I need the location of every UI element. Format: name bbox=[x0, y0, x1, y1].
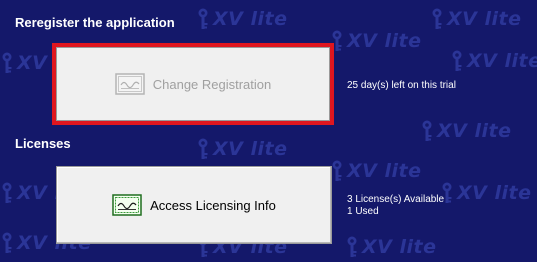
watermark-text: XV lite bbox=[213, 138, 288, 160]
key-icon bbox=[347, 236, 357, 257]
trial-status: 25 day(s) left on this trial bbox=[347, 80, 456, 91]
key-icon bbox=[332, 160, 342, 181]
key-icon bbox=[198, 138, 208, 159]
certificate-icon bbox=[112, 194, 142, 216]
key-icon bbox=[452, 50, 462, 71]
watermark-text: XV lite bbox=[362, 236, 437, 258]
key-icon bbox=[2, 182, 12, 203]
watermark-text: XV lite bbox=[437, 120, 512, 142]
watermark-text: XV lite bbox=[457, 182, 532, 204]
key-icon bbox=[432, 8, 442, 29]
change-registration-button[interactable]: Change Registration bbox=[56, 47, 330, 121]
watermark-text: XV lite bbox=[447, 8, 522, 30]
watermark: XV lite bbox=[345, 236, 436, 258]
watermark: XV lite bbox=[420, 120, 511, 142]
section-title-licenses: Licenses bbox=[15, 136, 71, 151]
key-icon bbox=[332, 30, 342, 51]
key-icon bbox=[198, 8, 208, 29]
watermark: XV lite bbox=[196, 8, 287, 30]
watermark-text: XV lite bbox=[347, 160, 422, 182]
certificate-icon bbox=[114, 73, 145, 95]
watermark: XV lite bbox=[196, 138, 287, 160]
access-licensing-info-button[interactable]: Access Licensing Info bbox=[56, 166, 332, 244]
access-licensing-info-label: Access Licensing Info bbox=[150, 197, 276, 213]
watermark-text: XV lite bbox=[347, 30, 422, 52]
key-icon bbox=[2, 232, 12, 253]
change-registration-label: Change Registration bbox=[152, 76, 272, 92]
watermark-text: XV lite bbox=[213, 8, 288, 30]
watermark: XV lite bbox=[440, 182, 531, 204]
licenses-used: 1 Used bbox=[347, 206, 379, 217]
watermark-text: XV lite bbox=[467, 50, 537, 72]
key-icon bbox=[2, 52, 12, 73]
watermark: XV lite bbox=[430, 8, 521, 30]
watermark: XV lite bbox=[450, 50, 537, 72]
watermark: XV lite bbox=[330, 160, 421, 182]
key-icon bbox=[422, 120, 432, 141]
watermark: XV lite bbox=[330, 30, 421, 52]
section-title-registration: Reregister the application bbox=[15, 15, 175, 30]
licenses-available: 3 License(s) Available bbox=[347, 194, 445, 205]
